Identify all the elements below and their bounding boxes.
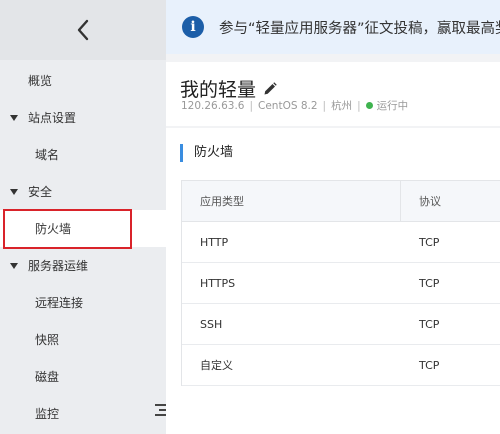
table-row: SSH TCP bbox=[182, 304, 500, 345]
table-row: HTTPS TCP bbox=[182, 263, 500, 304]
divider: | bbox=[249, 99, 254, 112]
divider: | bbox=[322, 99, 327, 112]
column-header-app-type: 应用类型 bbox=[182, 181, 401, 221]
firewall-table: 应用类型 协议 HTTP TCP HTTPS TCP SSH TCP 自定义 T… bbox=[181, 180, 500, 386]
table-cell: TCP bbox=[419, 358, 440, 372]
sidebar-item-label: 快照 bbox=[35, 333, 60, 347]
sidebar-item-label: 远程连接 bbox=[35, 296, 84, 310]
instance-ip: 120.26.63.6 bbox=[181, 99, 245, 112]
table-cell: TCP bbox=[419, 276, 440, 290]
table-cell: HTTP bbox=[200, 235, 229, 249]
instance-os: CentOS 8.2 bbox=[258, 99, 318, 112]
sidebar-item-label: 站点设置 bbox=[28, 111, 77, 125]
instance-meta: 120.26.63.6 | CentOS 8.2 | 杭州 | 运行中 bbox=[181, 98, 408, 113]
sidebar-item-label: 防火墙 bbox=[35, 222, 72, 236]
table-cell: TCP bbox=[419, 317, 440, 331]
sidebar-item-snapshot[interactable]: 快照 bbox=[0, 321, 166, 358]
announcement-banner[interactable]: i 参与“轻量应用服务器”征文投稿，赢取最高奖 bbox=[166, 0, 500, 54]
sidebar: 概览 站点设置 域名 安全 防火墙 服务器运维 远程连接 快照 磁盘 监控 bbox=[0, 0, 167, 434]
back-button[interactable] bbox=[0, 0, 166, 60]
sidebar-item-remote-connection[interactable]: 远程连接 bbox=[0, 284, 166, 321]
sidebar-group-server-ops[interactable]: 服务器运维 bbox=[0, 247, 166, 284]
instance-header: 我的轻量 120.26.63.6 | CentOS 8.2 | 杭州 | 运行中 bbox=[166, 62, 500, 126]
table-cell: HTTPS bbox=[200, 276, 236, 290]
sidebar-item-label: 磁盘 bbox=[35, 370, 60, 384]
sidebar-item-overview[interactable]: 概览 bbox=[0, 62, 166, 99]
status-badge: 运行中 bbox=[376, 100, 409, 112]
sidebar-item-monitoring[interactable]: 监控 bbox=[0, 395, 166, 432]
table-cell: 自定义 bbox=[200, 359, 233, 372]
table-row: 自定义 TCP bbox=[182, 345, 500, 386]
divider: | bbox=[357, 99, 361, 112]
table-cell: SSH bbox=[200, 317, 223, 331]
sidebar-item-firewall[interactable]: 防火墙 bbox=[0, 210, 166, 247]
sidebar-group-site-settings[interactable]: 站点设置 bbox=[0, 99, 166, 136]
table-cell: TCP bbox=[419, 235, 440, 249]
sidebar-item-label: 安全 bbox=[28, 185, 53, 199]
banner-text: 参与“轻量应用服务器”征文投稿，赢取最高奖 bbox=[219, 20, 500, 37]
sidebar-item-disk[interactable]: 磁盘 bbox=[0, 358, 166, 395]
caret-down-icon bbox=[10, 114, 18, 121]
column-header-protocol: 协议 bbox=[419, 195, 441, 208]
instance-region: 杭州 bbox=[331, 100, 353, 112]
section-title: 防火墙 bbox=[180, 144, 233, 162]
sidebar-item-label: 域名 bbox=[35, 148, 60, 162]
caret-down-icon bbox=[10, 262, 18, 269]
edit-icon[interactable] bbox=[262, 81, 278, 97]
sidebar-item-label: 监控 bbox=[35, 407, 60, 421]
status-dot-icon bbox=[365, 102, 373, 109]
sidebar-item-label: 概览 bbox=[28, 74, 53, 88]
caret-down-icon bbox=[10, 188, 18, 195]
sidebar-group-security[interactable]: 安全 bbox=[0, 173, 166, 210]
sidebar-item-domain[interactable]: 域名 bbox=[0, 136, 166, 173]
firewall-card: 防火墙 应用类型 协议 HTTP TCP HTTPS TCP SSH TCP 自… bbox=[166, 128, 500, 434]
info-icon: i bbox=[182, 16, 204, 38]
chevron-left-icon bbox=[77, 19, 89, 41]
sidebar-item-label: 服务器运维 bbox=[28, 259, 89, 273]
table-header: 应用类型 协议 bbox=[182, 181, 500, 222]
table-row: HTTP TCP bbox=[182, 222, 500, 263]
